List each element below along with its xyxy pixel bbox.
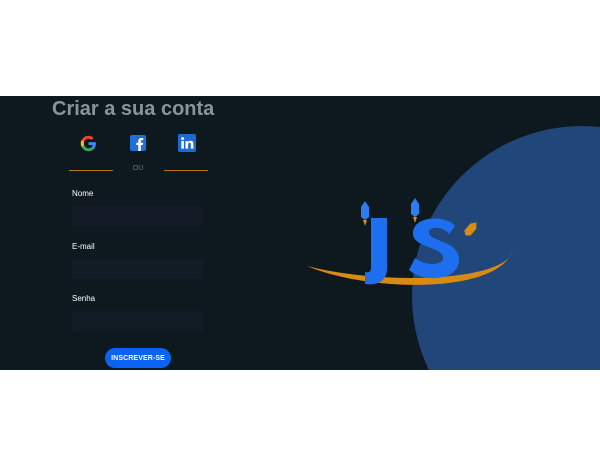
email-label: E-mail (72, 242, 95, 251)
name-label: Nome (72, 189, 94, 198)
facebook-signup-button[interactable] (128, 133, 148, 153)
divider-text: OU (132, 165, 144, 172)
js-rocket-logo (305, 196, 520, 301)
signup-screen: Criar a sua conta OU Nome E-mail Senha I… (0, 96, 600, 370)
page-title: Criar a sua conta (52, 98, 215, 120)
google-icon (80, 135, 97, 152)
email-input[interactable] (72, 259, 203, 279)
name-input[interactable] (72, 206, 203, 226)
facebook-icon (130, 135, 146, 151)
divider-line-right (164, 170, 208, 171)
password-input[interactable] (72, 311, 203, 331)
signup-submit-button[interactable]: INSCREVER-SE (105, 348, 171, 368)
linkedin-signup-button[interactable] (177, 133, 197, 153)
password-label: Senha (72, 294, 96, 303)
logo-graphic (307, 198, 513, 285)
divider-line-left (69, 170, 113, 171)
google-signup-button[interactable] (78, 133, 98, 153)
linkedin-icon (178, 134, 196, 152)
